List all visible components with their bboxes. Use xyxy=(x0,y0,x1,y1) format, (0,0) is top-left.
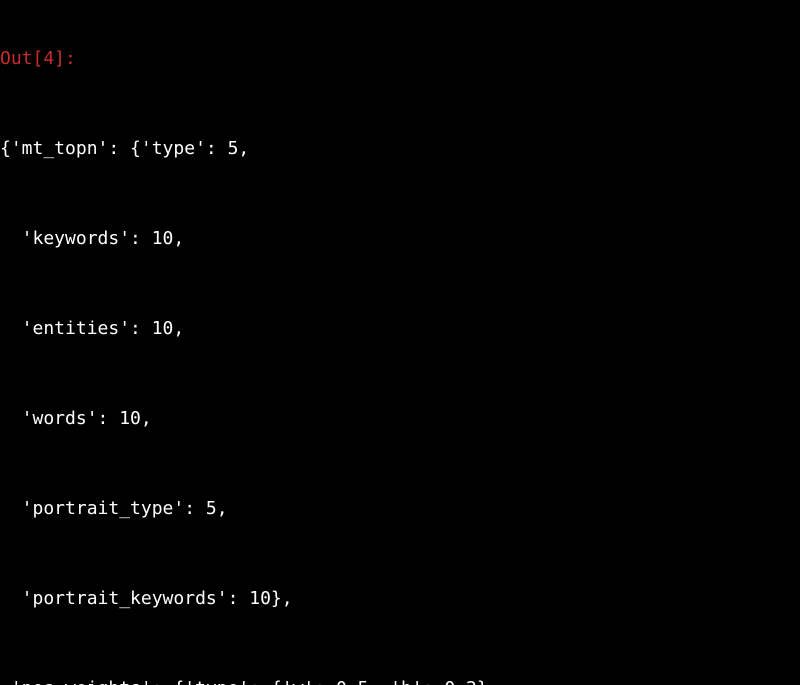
dict-line: 'entities': 10, xyxy=(0,314,786,344)
output-prompt: Out[4]: xyxy=(0,44,786,74)
dict-line: 'words': 10, xyxy=(0,404,786,434)
dict-line: 'keywords': 10, xyxy=(0,224,786,254)
dict-line: 'portrait_type': 5, xyxy=(0,494,786,524)
dict-line: {'mt_topn': {'type': 5, xyxy=(0,134,786,164)
dict-line: 'portrait_keywords': 10}, xyxy=(0,584,786,614)
dict-line: 'pos_weights': {'type': {'w': 0.5, 'b': … xyxy=(0,674,786,685)
output-cell: Out[4]: {'mt_topn': {'type': 5, 'keyword… xyxy=(0,0,800,685)
